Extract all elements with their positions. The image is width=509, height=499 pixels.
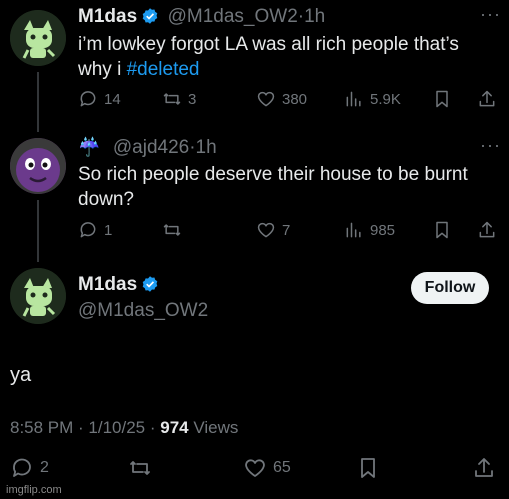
tweet-text: So rich people deserve their house to be… — [78, 162, 498, 212]
heart-icon — [245, 459, 265, 477]
cat-avatar-icon — [10, 268, 66, 324]
like-button[interactable]: 65 — [243, 456, 291, 480]
thread-line — [37, 72, 39, 132]
avatar[interactable] — [10, 268, 66, 324]
author-handle[interactable]: @M1das_OW2 — [78, 300, 208, 322]
bookmark-button[interactable] — [356, 456, 380, 480]
follow-button[interactable]: Follow — [411, 272, 489, 304]
bookmark-icon — [436, 90, 448, 108]
views-icon — [346, 222, 361, 238]
tweet-timestamp: 8:58 PM · 1/10/25 · 974 Views — [10, 418, 238, 438]
avatar[interactable] — [10, 10, 66, 66]
repost-icon — [130, 461, 150, 475]
like-button[interactable]: 7 — [256, 220, 290, 240]
like-count: 65 — [273, 459, 291, 476]
reply-icon — [80, 222, 96, 238]
thread-line — [37, 200, 39, 262]
author-handle[interactable]: @ajd426 — [113, 137, 189, 158]
repost-count: 3 — [188, 90, 197, 108]
repost-icon — [163, 93, 181, 105]
reply-button[interactable]: 2 — [10, 456, 49, 480]
share-button[interactable] — [477, 89, 497, 109]
cat-avatar-icon — [10, 10, 66, 66]
views-button[interactable]: 5.9K — [344, 89, 401, 109]
hashtag-link[interactable]: #deleted — [127, 59, 200, 80]
tweet-text-line: i’m lowkey forgot LA was all rich people… — [78, 34, 459, 55]
tweet-header: ☔ @ajd426·1h — [78, 137, 217, 159]
tweet-text-fragment: why i — [78, 59, 127, 80]
tweet-header: M1das @M1das_OW2·1h — [78, 6, 325, 28]
bookmark-button[interactable] — [432, 89, 452, 109]
reply-icon — [13, 458, 31, 477]
share-icon — [479, 221, 495, 238]
repost-button[interactable]: 3 — [162, 89, 196, 109]
tweet-text-line: why i #deleted — [78, 57, 498, 82]
views-label: Views — [188, 418, 239, 437]
like-count: 7 — [282, 221, 291, 239]
author-name[interactable]: M1das — [78, 274, 137, 295]
views-icon — [346, 91, 361, 107]
verified-badge-icon — [142, 276, 158, 292]
views-button[interactable]: 985 — [344, 220, 395, 240]
share-icon — [475, 458, 493, 477]
tweet-time[interactable]: 1h — [196, 137, 217, 158]
repost-button[interactable] — [162, 220, 182, 240]
share-button[interactable] — [477, 220, 497, 240]
watermark: imgflip.com — [6, 484, 62, 496]
share-icon — [479, 90, 495, 107]
reply-button[interactable]: 14 — [78, 89, 121, 109]
reply-count: 14 — [104, 90, 121, 108]
umbrella-emoji: ☔ — [78, 137, 101, 157]
heart-icon — [257, 91, 275, 107]
tweet-time[interactable]: 1h — [304, 6, 325, 27]
reply-count: 1 — [104, 221, 113, 239]
avatar[interactable] — [10, 138, 66, 194]
heart-icon — [257, 222, 275, 238]
more-options-icon[interactable]: ··· — [480, 135, 501, 156]
timestamp-text[interactable]: 8:58 PM · 1/10/25 · — [10, 418, 160, 437]
main-tweet-text: ya — [10, 364, 32, 386]
like-count: 380 — [282, 90, 308, 108]
main-author: M1das — [78, 274, 159, 296]
tweet-text: i’m lowkey forgot LA was all rich people… — [78, 32, 498, 82]
bookmark-icon — [361, 458, 375, 478]
like-button[interactable]: 380 — [256, 89, 307, 109]
views-count: 5.9K — [370, 90, 401, 108]
author-name[interactable]: M1das — [78, 6, 137, 27]
share-button[interactable] — [472, 456, 496, 480]
repost-button[interactable] — [128, 456, 152, 480]
bookmark-button[interactable] — [432, 220, 452, 240]
tweet-text-line: down? — [78, 189, 134, 210]
purple-character-avatar-icon — [10, 138, 66, 194]
more-options-icon[interactable]: ··· — [480, 4, 501, 25]
verified-badge-icon — [142, 8, 158, 24]
reply-count: 2 — [40, 459, 49, 476]
reply-button[interactable]: 1 — [78, 220, 112, 240]
bookmark-icon — [436, 221, 448, 239]
tweet-text-line: So rich people deserve their house to be… — [78, 164, 468, 185]
author-handle[interactable]: @M1das_OW2 — [168, 6, 298, 27]
views-count: 985 — [370, 221, 396, 239]
repost-icon — [163, 224, 181, 236]
views-count: 974 — [160, 418, 189, 437]
reply-icon — [80, 91, 96, 107]
